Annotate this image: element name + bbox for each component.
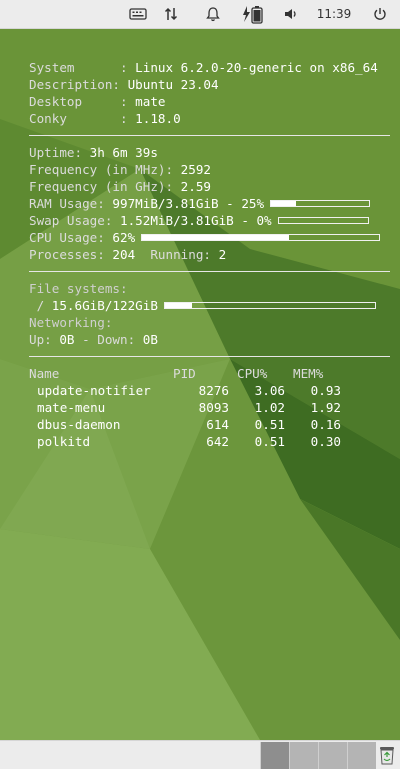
network-indicator[interactable] (160, 0, 182, 28)
freq-ghz-value: 2.59 (180, 179, 211, 194)
bell-icon (206, 7, 220, 22)
swap-value: 1.52MiB/3.81GiB - 0% (120, 213, 272, 228)
process-row: mate-menu 8093 1.02 1.92 (37, 400, 341, 415)
net-up-value: 0B (59, 332, 75, 347)
cpu-value: 62% (112, 230, 136, 245)
filesystem-root-bar (163, 302, 376, 309)
cpu-bar (141, 234, 381, 241)
desktop-row: Desktop : mate (29, 94, 166, 109)
keyboard-indicator[interactable] (126, 0, 150, 28)
swap-row: Swap Usage: 1.52MiB/3.81GiB - 0% (29, 212, 391, 229)
running-value: 2 (218, 247, 227, 262)
process-table-header: Name PID CPU% MEM% (29, 366, 324, 381)
network-arrows-icon (164, 7, 178, 21)
desktop-value: mate (135, 94, 166, 109)
uptime-row: Uptime: 3h 6m 39s (29, 145, 158, 160)
processes-row: Processes: 204 Running: 2 (29, 247, 227, 262)
workspace-4[interactable] (347, 742, 376, 769)
notifications-indicator[interactable] (202, 0, 224, 28)
bottom-panel (0, 740, 400, 769)
clock[interactable]: 11:39 (312, 0, 356, 28)
processes-value: 204 (112, 247, 136, 262)
process-row: update-notifier 8276 3.06 0.93 (37, 383, 341, 398)
filesystems-label: File systems: (29, 281, 128, 296)
networking-label: Networking: (29, 315, 113, 330)
speaker-icon (285, 9, 296, 19)
process-row: polkitd 642 0.51 0.30 (37, 434, 341, 449)
freq-mhz-value: 2592 (180, 162, 211, 177)
system-value: Linux 6.2.0-20-generic on x86_64 (135, 60, 378, 75)
workspace-2[interactable] (289, 742, 318, 769)
trash-recycle-icon (380, 747, 394, 765)
separator (29, 271, 390, 272)
system-row: System : Linux 6.2.0-20-generic on x86_6… (29, 60, 378, 75)
power-button[interactable] (369, 0, 391, 28)
filesystem-root-row: / 15.6GiB/122GiB (29, 297, 391, 314)
desktop: System : Linux 6.2.0-20-generic on x86_6… (0, 29, 400, 740)
description-value: Ubuntu 23.04 (127, 77, 219, 92)
battery-indicator[interactable] (240, 0, 266, 28)
volume-indicator[interactable] (280, 0, 302, 28)
ram-value: 997MiB/3.81GiB - 25% (112, 196, 265, 211)
conky-version-value: 1.18.0 (135, 111, 181, 126)
filesystem-root-value: 15.6GiB/122GiB (51, 298, 158, 313)
workspace-3[interactable] (318, 742, 347, 769)
conky-row: Conky : 1.18.0 (29, 111, 181, 126)
workspace-1[interactable] (260, 742, 289, 769)
ram-row: RAM Usage: 997MiB/3.81GiB - 25% (29, 195, 391, 212)
process-row: dbus-daemon 614 0.51 0.16 (37, 417, 341, 432)
networking-row: Up: 0B - Down: 0B (29, 332, 158, 347)
description-row: Description: Ubuntu 23.04 (29, 77, 219, 92)
top-panel: 11:39 (0, 0, 400, 29)
conky-panel: System : Linux 6.2.0-20-generic on x86_6… (29, 59, 391, 450)
keyboard-icon (129, 8, 147, 20)
uptime-value: 3h 6m 39s (89, 145, 158, 160)
ram-bar (270, 200, 371, 207)
freq-mhz-row: Frequency (in MHz): 2592 (29, 162, 211, 177)
swap-bar (277, 217, 369, 224)
power-icon (374, 8, 386, 20)
battery-charging-icon (243, 6, 263, 24)
cpu-row: CPU Usage: 62% (29, 229, 391, 246)
separator (29, 356, 390, 357)
net-down-value: 0B (142, 332, 158, 347)
separator (29, 135, 390, 136)
trash-applet[interactable] (376, 743, 398, 767)
freq-ghz-row: Frequency (in GHz): 2.59 (29, 179, 211, 194)
